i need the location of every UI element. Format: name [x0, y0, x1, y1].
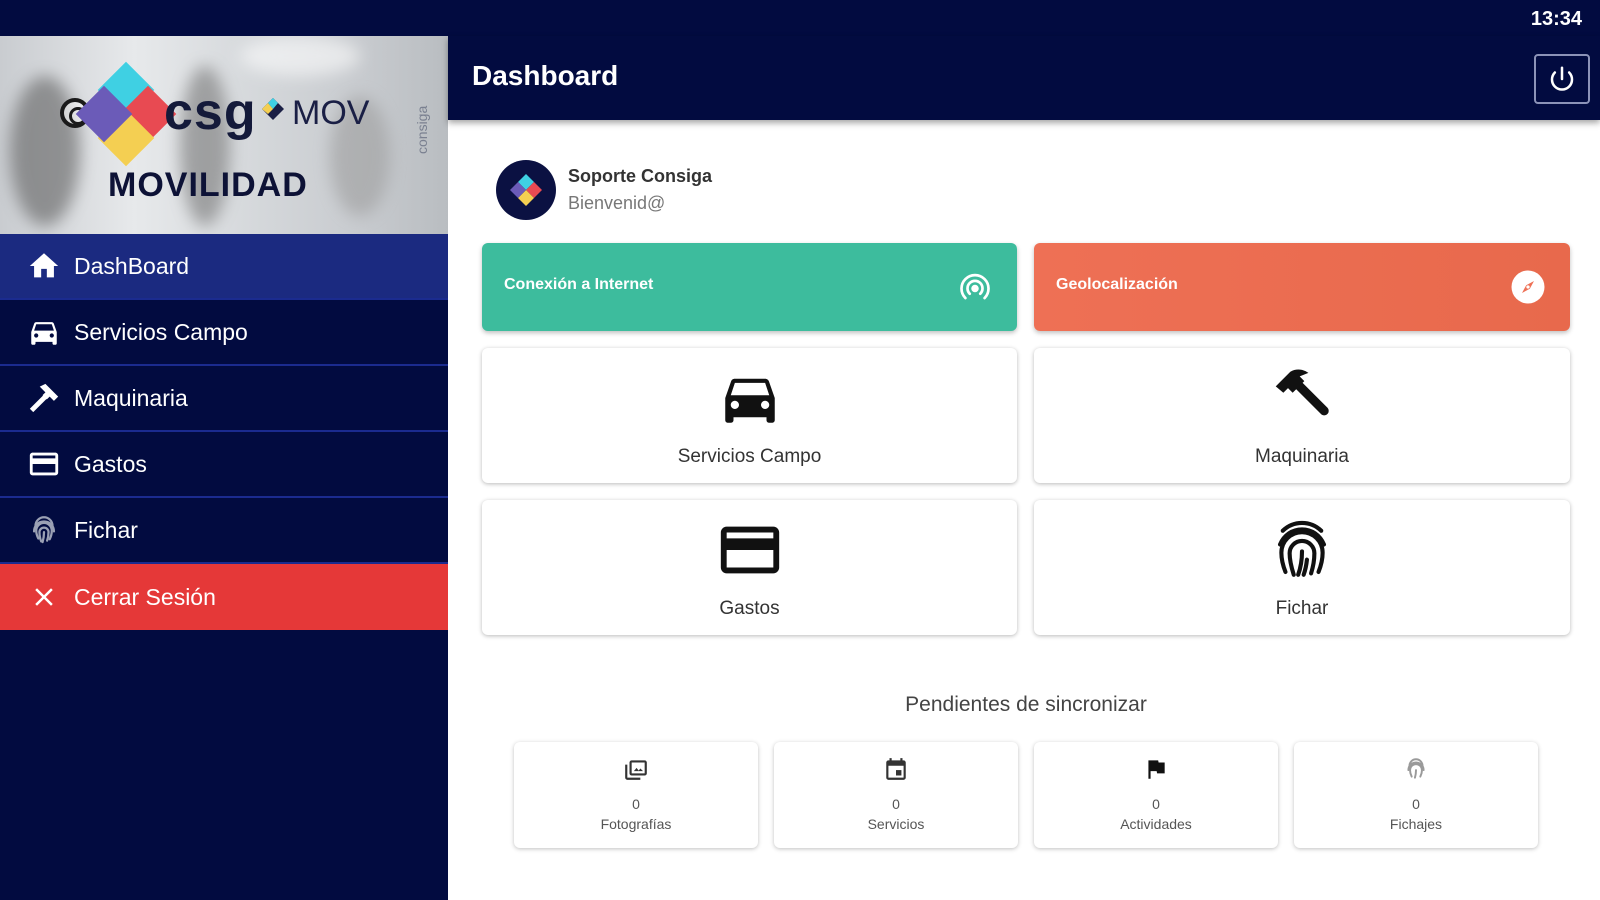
clock: 13:34 — [1530, 8, 1582, 30]
brand-vertical-text: consiga — [414, 105, 430, 154]
car-icon — [26, 314, 62, 350]
logo-text: csg — [164, 83, 257, 141]
car-icon — [714, 362, 786, 434]
tile-servicios-campo[interactable]: Servicios Campo — [482, 348, 1017, 483]
tile-label: Servicios Campo — [677, 446, 822, 467]
hammer-icon — [26, 380, 62, 416]
brand-logo: csg MOV — [56, 61, 436, 172]
page-title: Dashboard — [472, 60, 619, 91]
sync-item-actividades: 0 Actividades — [1034, 742, 1278, 848]
fingerprint-icon — [1266, 514, 1338, 586]
sync-item-fotografias: 0 Fotografías — [514, 742, 758, 848]
home-icon — [26, 248, 62, 284]
sync-count: 0 — [1412, 796, 1420, 812]
sidebar-item-label: Fichar — [74, 516, 138, 543]
power-button[interactable] — [1534, 54, 1590, 104]
power-icon — [1550, 66, 1574, 91]
sidebar-item-maquinaria[interactable]: Maquinaria — [0, 366, 448, 432]
sync-count: 0 — [1152, 796, 1160, 812]
fingerprint-icon — [1407, 758, 1425, 779]
credit-card-icon — [26, 446, 62, 482]
sidebar-item-label: Servicios Campo — [74, 318, 248, 345]
user-greeting: Bienvenid@ — [568, 193, 666, 213]
sidebar-item-servicios-campo[interactable]: Servicios Campo — [0, 300, 448, 366]
status-bar: 13:34 — [0, 0, 1600, 36]
sidebar-item-label: Cerrar Sesión — [74, 583, 216, 610]
sync-label: Fotografías — [600, 816, 672, 832]
user-name: Soporte Consiga — [568, 166, 713, 186]
calendar-icon — [886, 758, 906, 780]
compass-icon — [1511, 270, 1545, 304]
close-icon — [26, 579, 62, 615]
geolocation-status-label: Geolocalización — [1056, 276, 1178, 293]
sidebar-item-label: Gastos — [74, 450, 147, 477]
internet-status-label: Conexión a Internet — [504, 276, 654, 293]
sidebar-item-label: DashBoard — [74, 252, 190, 279]
sync-label: Servicios — [867, 816, 925, 832]
sync-item-fichajes: 0 Fichajes — [1294, 742, 1538, 848]
sidebar-item-label: Maquinaria — [74, 384, 188, 411]
sidebar-item-cerrar-sesion[interactable]: Cerrar Sesión — [0, 564, 448, 630]
wifi-tethering-icon — [960, 273, 990, 300]
credit-card-icon — [714, 514, 786, 586]
logo-diamond-icon — [75, 61, 177, 172]
sidebar: csg MOV MOVILIDAD consiga DashBoard Serv… — [0, 36, 448, 900]
flag-icon — [1148, 760, 1165, 779]
mov-text: MOV — [292, 94, 370, 132]
sidebar-brand-banner: csg MOV MOVILIDAD consiga — [0, 36, 448, 234]
tile-fichar[interactable]: Fichar — [1034, 500, 1570, 635]
tile-gastos[interactable]: Gastos — [482, 500, 1017, 635]
sync-label: Fichajes — [1389, 816, 1443, 832]
photo-icon — [625, 760, 647, 780]
sync-section-title: Pendientes de sincronizar — [905, 693, 1147, 716]
sync-label: Actividades — [1120, 816, 1192, 832]
tile-label: Gastos — [719, 598, 780, 619]
sidebar-item-fichar[interactable]: Fichar — [0, 498, 448, 564]
sidebar-item-gastos[interactable]: Gastos — [0, 432, 448, 498]
avatar — [496, 160, 556, 220]
sync-count: 0 — [632, 796, 640, 812]
tile-label: Fichar — [1275, 598, 1329, 619]
brand-subtitle: MOVILIDAD — [108, 166, 308, 204]
tile-label: Maquinaria — [1255, 446, 1349, 467]
internet-status-card[interactable]: Conexión a Internet — [482, 243, 1017, 331]
app-header: Dashboard — [448, 36, 1600, 120]
mov-diamond-icon — [262, 98, 284, 120]
tile-maquinaria[interactable]: Maquinaria — [1034, 348, 1570, 483]
sync-count: 0 — [892, 796, 900, 812]
fingerprint-icon — [26, 512, 62, 548]
sidebar-item-dashboard[interactable]: DashBoard — [0, 234, 448, 300]
sidebar-menu: DashBoard Servicios Campo Maquinaria Gas… — [0, 234, 448, 630]
hammer-icon — [1266, 362, 1338, 434]
geolocation-status-card[interactable]: Geolocalización — [1034, 243, 1570, 331]
sync-item-servicios: 0 Servicios — [774, 742, 1018, 848]
